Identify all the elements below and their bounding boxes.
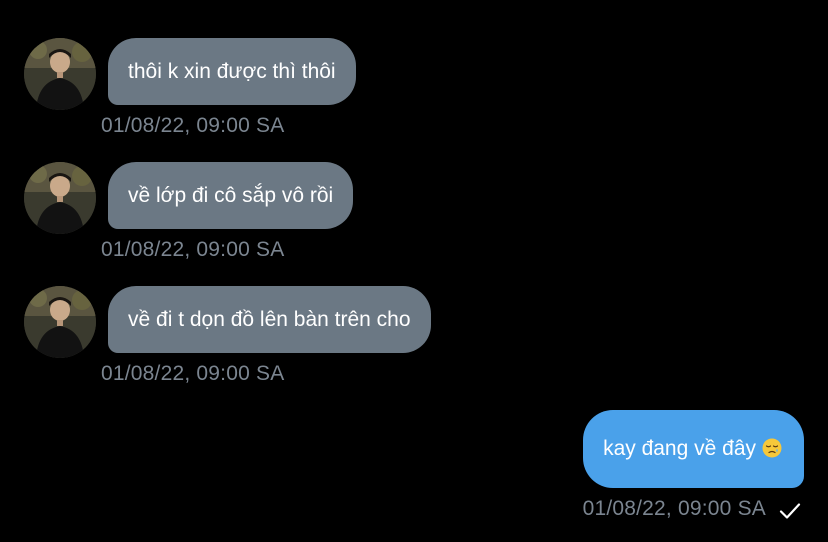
avatar-photo [24,38,96,110]
message-bubble-incoming[interactable]: thôi k xin được thì thôi [108,38,356,105]
message-bubble-incoming[interactable]: về lớp đi cô sắp vô rồi [108,162,354,229]
message-bubble-incoming[interactable]: về đi t dọn đồ lên bàn trên cho [108,286,431,353]
avatar[interactable] [24,286,96,358]
avatar-photo [24,286,96,358]
avatar[interactable] [24,162,96,234]
avatar[interactable] [24,38,96,110]
message-text: kay đang về đây [603,437,756,460]
sleepy-face-emoji-icon [762,438,782,458]
message-timestamp: 01/08/22, 09:00 SA [101,362,285,385]
message-text: về lớp đi cô sắp vô rồi [128,184,334,207]
avatar-photo [24,162,96,234]
message-bubble-outgoing[interactable]: kay đang về đây [583,410,804,488]
message-text: về đi t dọn đồ lên bàn trên cho [128,308,411,331]
message-timestamp: 01/08/22, 09:00 SA [101,238,285,261]
message-text: thôi k xin được thì thôi [128,60,336,83]
message-timestamp: 01/08/22, 09:00 SA [582,497,766,520]
message-timestamp: 01/08/22, 09:00 SA [101,114,285,137]
checkmark-icon [779,503,801,519]
